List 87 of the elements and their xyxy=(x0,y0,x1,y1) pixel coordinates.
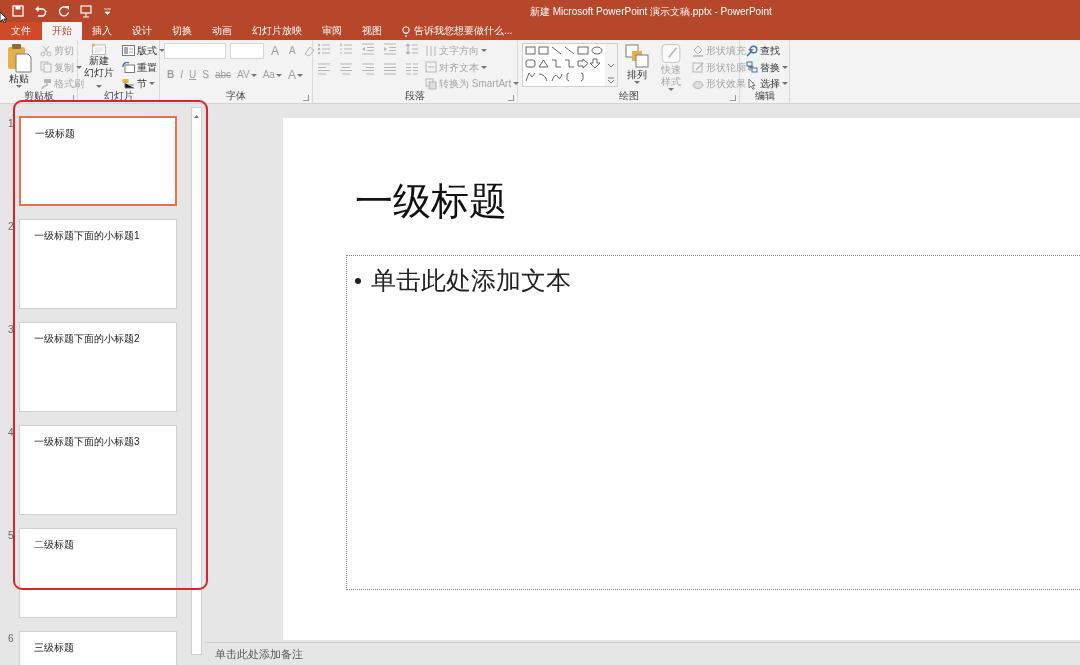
clipboard-icon xyxy=(6,43,32,73)
notes-placeholder[interactable]: 单击此处添加备注 xyxy=(215,645,303,663)
group-label: 字体 xyxy=(226,88,246,103)
ribbon-tab[interactable]: 审阅 xyxy=(312,22,352,40)
style-icon xyxy=(658,43,684,64)
justify-icon[interactable] xyxy=(383,63,397,75)
search-icon xyxy=(746,44,758,57)
thumbnail-title: 一级标题 xyxy=(35,127,76,141)
lightbulb-icon xyxy=(402,25,410,37)
pointer-icon xyxy=(746,77,758,90)
font-name-field[interactable] xyxy=(164,43,226,59)
ribbon-button[interactable]: 节 xyxy=(120,76,167,91)
thumbnail-title: 一级标题下面的小标题1 xyxy=(34,229,141,243)
font-size-field[interactable] xyxy=(230,43,264,59)
overlapping-squares-icon xyxy=(624,43,650,69)
ribbon-button[interactable]: 替换 xyxy=(744,59,790,75)
group-label: 编辑 xyxy=(754,89,775,103)
placeholder-text: 单击此处添加文本 xyxy=(371,265,571,296)
outdent-icon[interactable] xyxy=(361,43,375,55)
save-icon[interactable] xyxy=(12,5,24,17)
diagram-icon xyxy=(425,77,437,90)
ribbon-button[interactable]: 重置 xyxy=(120,59,167,75)
line-spacing-icon[interactable] xyxy=(405,43,419,55)
layout-icon xyxy=(122,45,135,56)
group-label: 绘图 xyxy=(618,88,639,103)
align-left-icon[interactable] xyxy=(317,63,331,75)
ribbon-tab[interactable]: 插入 xyxy=(82,22,122,40)
tell-me-search[interactable]: 告诉我您想要做什么... xyxy=(414,22,513,40)
bucket-icon xyxy=(692,44,704,57)
file-tab[interactable]: 文件 xyxy=(0,22,42,40)
text-direction-icon xyxy=(425,44,437,57)
group-label: 幻灯片 xyxy=(103,88,134,103)
scrollbar[interactable] xyxy=(191,107,202,655)
shape-gallery[interactable] xyxy=(522,43,618,87)
bullet-icon xyxy=(355,277,361,284)
ribbon-tab[interactable]: 动画 xyxy=(202,22,242,40)
replace-icon xyxy=(746,61,758,73)
brush-icon xyxy=(40,77,52,90)
slide-number: 6 xyxy=(8,633,14,644)
slide-number: 2 xyxy=(8,221,14,232)
indent-icon[interactable] xyxy=(383,43,397,55)
ribbon-button[interactable]: 排列 xyxy=(622,43,652,91)
thumbnail-title: 二级标题 xyxy=(34,538,75,552)
section-icon xyxy=(122,78,135,89)
ribbon-tab[interactable]: 开始 xyxy=(42,22,82,40)
window-title: 新建 Microsoft PowerPoint 演示文稿.pptx - PowerPoint xyxy=(530,4,772,19)
pencil-icon xyxy=(692,61,704,73)
slide-number: 4 xyxy=(8,427,14,438)
copy-icon xyxy=(40,61,52,73)
columns-icon[interactable] xyxy=(405,63,419,75)
cursor-icon xyxy=(0,12,7,23)
ribbon-tab[interactable]: 切换 xyxy=(162,22,202,40)
ribbon-tab[interactable]: 幻灯片放映 xyxy=(242,22,312,40)
slide-thumbnail[interactable]: 一级标题下面的小标题3 xyxy=(19,425,177,515)
align-text-icon xyxy=(425,61,437,73)
thumbnail-title: 一级标题下面的小标题3 xyxy=(34,435,141,449)
scissors-icon xyxy=(40,44,52,57)
slide-number: 1 xyxy=(8,118,14,129)
dialog-launcher-icon[interactable] xyxy=(730,95,736,101)
content-placeholder[interactable]: 单击此处添加文本 xyxy=(346,255,1080,590)
dialog-launcher-icon[interactable] xyxy=(508,95,514,101)
slide-number: 5 xyxy=(8,530,14,541)
slide-number: 3 xyxy=(8,324,14,335)
presentation-icon[interactable] xyxy=(80,4,94,18)
slide-thumbnail[interactable]: 一级标题下面的小标题2 xyxy=(19,322,177,412)
ribbon-tab[interactable]: 设计 xyxy=(122,22,162,40)
slide-thumbnail[interactable]: 一级标题下面的小标题1 xyxy=(19,219,177,309)
align-center-icon[interactable] xyxy=(339,63,353,75)
eraser-icon[interactable] xyxy=(302,45,315,57)
align-right-icon[interactable] xyxy=(361,63,375,75)
customize-icon[interactable] xyxy=(104,7,111,15)
slide-thumbnail[interactable]: 二级标题 xyxy=(19,528,177,618)
undo-icon[interactable] xyxy=(34,5,48,17)
group-label: 段落 xyxy=(405,88,425,103)
bullet-list-icon[interactable] xyxy=(317,43,331,55)
thumbnail-title: 一级标题下面的小标题2 xyxy=(34,332,141,346)
slide-thumbnail[interactable]: 三级标题 xyxy=(19,631,177,665)
reset-icon xyxy=(122,61,135,73)
ribbon-button[interactable]: 粘贴 xyxy=(4,43,34,91)
thumbnail-title: 三级标题 xyxy=(34,641,75,655)
numbered-list-icon[interactable] xyxy=(339,43,353,55)
slide-title[interactable]: 一级标题 xyxy=(355,173,507,230)
group-label: 剪贴板 xyxy=(23,89,54,103)
redo-icon[interactable] xyxy=(58,5,70,17)
slide-thumbnail[interactable]: 一级标题 xyxy=(19,116,177,206)
dialog-launcher-icon[interactable] xyxy=(303,95,309,101)
ribbon-tab[interactable]: 视图 xyxy=(352,22,392,40)
